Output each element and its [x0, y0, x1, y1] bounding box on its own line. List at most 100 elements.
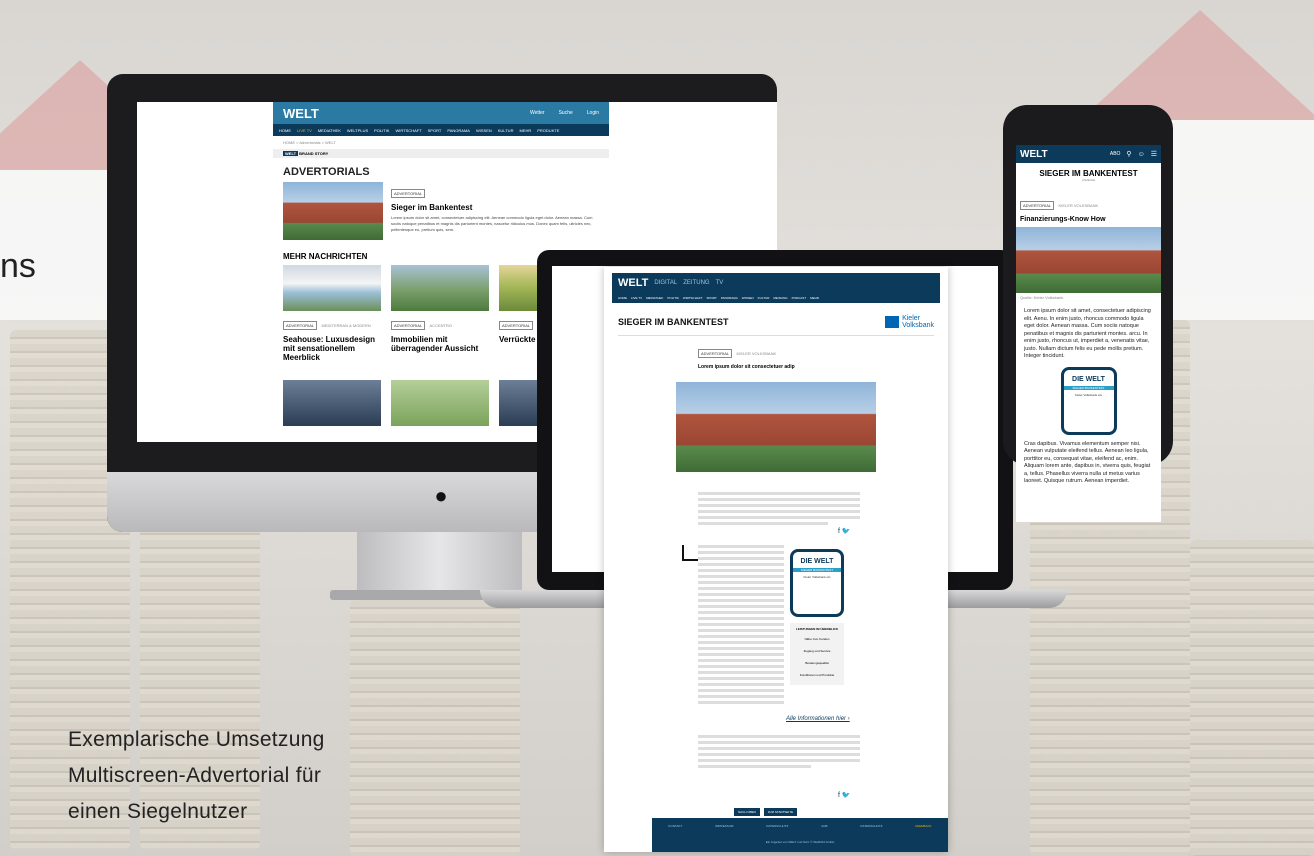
weather-link[interactable]: Wetter: [530, 110, 545, 116]
menu-icon[interactable]: ☰: [1151, 150, 1157, 158]
bank-name-1: Kieler: [902, 315, 920, 322]
seal-title: DIE WELT: [800, 558, 834, 565]
tablet-headline: Lorem ipsum dolor sit consectetuer adip: [698, 364, 795, 370]
nav-wissen[interactable]: WISSEN: [476, 128, 492, 133]
seal-list-item: Konditionen und Produkte: [799, 673, 835, 677]
featured-article[interactable]: ADVERTORIAL Sieger im Bankentest Lorem i…: [273, 182, 609, 240]
tablet-nav: HOME LIVE TV MEDIATHEK POLITIK WIRTSCHAF…: [612, 293, 940, 303]
breadcrumb[interactable]: HOME > Advertorials > WELT: [273, 136, 609, 149]
desktop-header: WELT Wetter Suche Login: [273, 102, 609, 124]
tablet-hero-image[interactable]: [676, 382, 876, 472]
tablet-welt-logo[interactable]: WELT: [618, 277, 648, 289]
welt-logo[interactable]: WELT: [283, 106, 319, 121]
tablet-body-text: [698, 492, 860, 525]
card-tag: ADVERTORIAL: [499, 321, 534, 330]
login-link[interactable]: Login: [587, 110, 599, 116]
tag-advertorial[interactable]: ADVERTORIAL: [1020, 201, 1055, 210]
phone-header: WELT ABO ⚲ ☺ ☰: [1016, 145, 1161, 163]
tablet-seal: DIE WELT SIEGER BANKENTEST Kieler Volksb…: [790, 549, 844, 617]
nav-politik[interactable]: POLITIK: [374, 128, 389, 133]
nav-mehr[interactable]: MEHR: [519, 128, 531, 133]
card-image[interactable]: [391, 380, 489, 426]
share-icons-bottom[interactable]: f 🐦: [838, 791, 851, 799]
tab-zeitung[interactable]: ZEITUNG: [683, 280, 709, 286]
info-link[interactable]: Alle Informationen hier ›: [786, 716, 850, 722]
phone-paragraph-1: Lorem ipsum dolor sit amet, consectetuer…: [1024, 308, 1151, 359]
nav-mediathek[interactable]: MEDIATHEK: [318, 128, 341, 133]
search-link[interactable]: Suche: [559, 110, 573, 116]
nav-panorama[interactable]: PANORAMA: [721, 296, 738, 300]
nav-weltplus[interactable]: WELTPLUS: [347, 128, 368, 133]
phone-screen: WELT ABO ⚲ ☺ ☰ SIEGER IM BANKENTEST ANZE…: [1016, 145, 1161, 522]
footer-link[interactable]: DATENSCHUTZ: [766, 824, 788, 828]
tablet-footer: KONTAKT IMPRESSUM DATENSCHUTZ AGB DATENS…: [652, 818, 948, 852]
phone-title: SIEGER IM BANKENTEST: [1039, 169, 1138, 178]
nav-sport[interactable]: SPORT: [707, 296, 717, 300]
nav-wirtschaft[interactable]: WIRTSCHAFT: [395, 128, 421, 133]
desktop-monitor-stand: [357, 532, 522, 594]
news-card[interactable]: ADVERTORIAL ACCENTRO Immobilien mit über…: [391, 265, 489, 362]
phone-welt-logo[interactable]: WELT: [1020, 149, 1048, 160]
phone-tags: ADVERTORIAL KIELER VOLKSBANK: [1020, 194, 1157, 212]
nav-produkte[interactable]: PRODUKTE: [537, 128, 559, 133]
tab-tv[interactable]: TV: [716, 280, 724, 286]
news-card[interactable]: ADVERTORIAL MEDITERRAN & MODERN Seahouse…: [283, 265, 381, 362]
nav-live-tv[interactable]: LIVE TV: [631, 296, 642, 300]
footer-link[interactable]: IMPRESSUM: [715, 824, 733, 828]
caption-line-3: einen Siegelnutzer: [68, 800, 248, 823]
card-image[interactable]: [391, 265, 489, 311]
search-icon[interactable]: ⚲: [1126, 150, 1131, 158]
house-body-right: [1160, 120, 1314, 320]
caption-line-2: Multiscreen-Advertorial für: [68, 764, 322, 787]
apple-logo-icon: ●: [434, 483, 448, 508]
nav-kultur[interactable]: KULTUR: [758, 296, 770, 300]
nav-mediathek[interactable]: MEDIATHEK: [646, 296, 663, 300]
card-image[interactable]: [283, 380, 381, 426]
card-title[interactable]: Immobilien mit überragender Aussicht: [391, 335, 489, 353]
footer-link[interactable]: FEEDBACK: [915, 824, 931, 828]
phone-hero-image[interactable]: [1016, 227, 1161, 293]
nav-wissen[interactable]: WISSEN: [742, 296, 754, 300]
seal-line-1: SIEGER BANKENTEST: [1063, 385, 1114, 390]
footer-note: Ein Angebot von WELT und N24. © WeltN24 …: [765, 840, 835, 844]
tab-digital[interactable]: DIGITAL: [654, 280, 677, 286]
seal-list-item: Nähe zum Kunden: [804, 637, 830, 641]
card-image[interactable]: [283, 265, 381, 311]
nav-home[interactable]: HOME: [279, 128, 291, 133]
nav-politik[interactable]: POLITIK: [667, 296, 679, 300]
nav-podcast[interactable]: PODCAST: [792, 296, 807, 300]
featured-tag[interactable]: ADVERTORIAL: [391, 189, 426, 198]
footer-link[interactable]: AGB: [821, 824, 827, 828]
phone-sub: ANZEIGE: [1081, 178, 1096, 182]
nav-mehr[interactable]: MEHR: [810, 296, 819, 300]
nav-meinung[interactable]: MEINUNG: [773, 296, 787, 300]
nav-sport[interactable]: SPORT: [428, 128, 442, 133]
featured-text: Lorem ipsum dolor sit amet, consectetuer…: [391, 215, 593, 232]
brand-story-logo: WELT: [283, 151, 299, 156]
seal-list-item: Zugang und Service: [803, 649, 831, 653]
desktop-nav: HOME LIVE TV MEDIATHEK WELTPLUS POLITIK …: [273, 124, 609, 136]
abo-link[interactable]: ABO: [1110, 151, 1121, 157]
house-roof-right: [1080, 10, 1314, 120]
back-to-top-button[interactable]: NACH OBEN: [734, 808, 760, 816]
to-homepage-button[interactable]: ZUR STARTSEITE: [763, 808, 798, 816]
footer-link[interactable]: KONTAKT: [668, 824, 682, 828]
tag-bank[interactable]: KIELER VOLKSBANK: [737, 351, 777, 356]
drop-cap: [682, 545, 698, 561]
featured-title[interactable]: Sieger im Bankentest: [391, 203, 599, 212]
card-title[interactable]: Seahouse: Luxusdesign mit sensationellem…: [283, 335, 381, 362]
footer-link[interactable]: DATENSCHUTZ: [860, 824, 882, 828]
caption: Exemplarische Umsetzung Multiscreen-Adve…: [68, 722, 488, 830]
cropped-heading-text: ns: [0, 247, 36, 285]
featured-image[interactable]: [283, 182, 383, 240]
tag-bank[interactable]: KIELER VOLKSBANK: [1059, 203, 1099, 208]
nav-wirtschaft[interactable]: WIRTSCHAFT: [683, 296, 703, 300]
share-icons[interactable]: f 🐦: [838, 527, 851, 535]
nav-live-tv[interactable]: LIVE TV: [297, 128, 312, 133]
nav-home[interactable]: HOME: [618, 296, 627, 300]
nav-kultur[interactable]: KULTUR: [498, 128, 514, 133]
footer-links: KONTAKT IMPRESSUM DATENSCHUTZ AGB DATENS…: [652, 818, 948, 828]
user-icon[interactable]: ☺: [1138, 151, 1145, 158]
nav-panorama[interactable]: PANORAMA: [447, 128, 470, 133]
tag-advertorial[interactable]: ADVERTORIAL: [698, 349, 733, 358]
